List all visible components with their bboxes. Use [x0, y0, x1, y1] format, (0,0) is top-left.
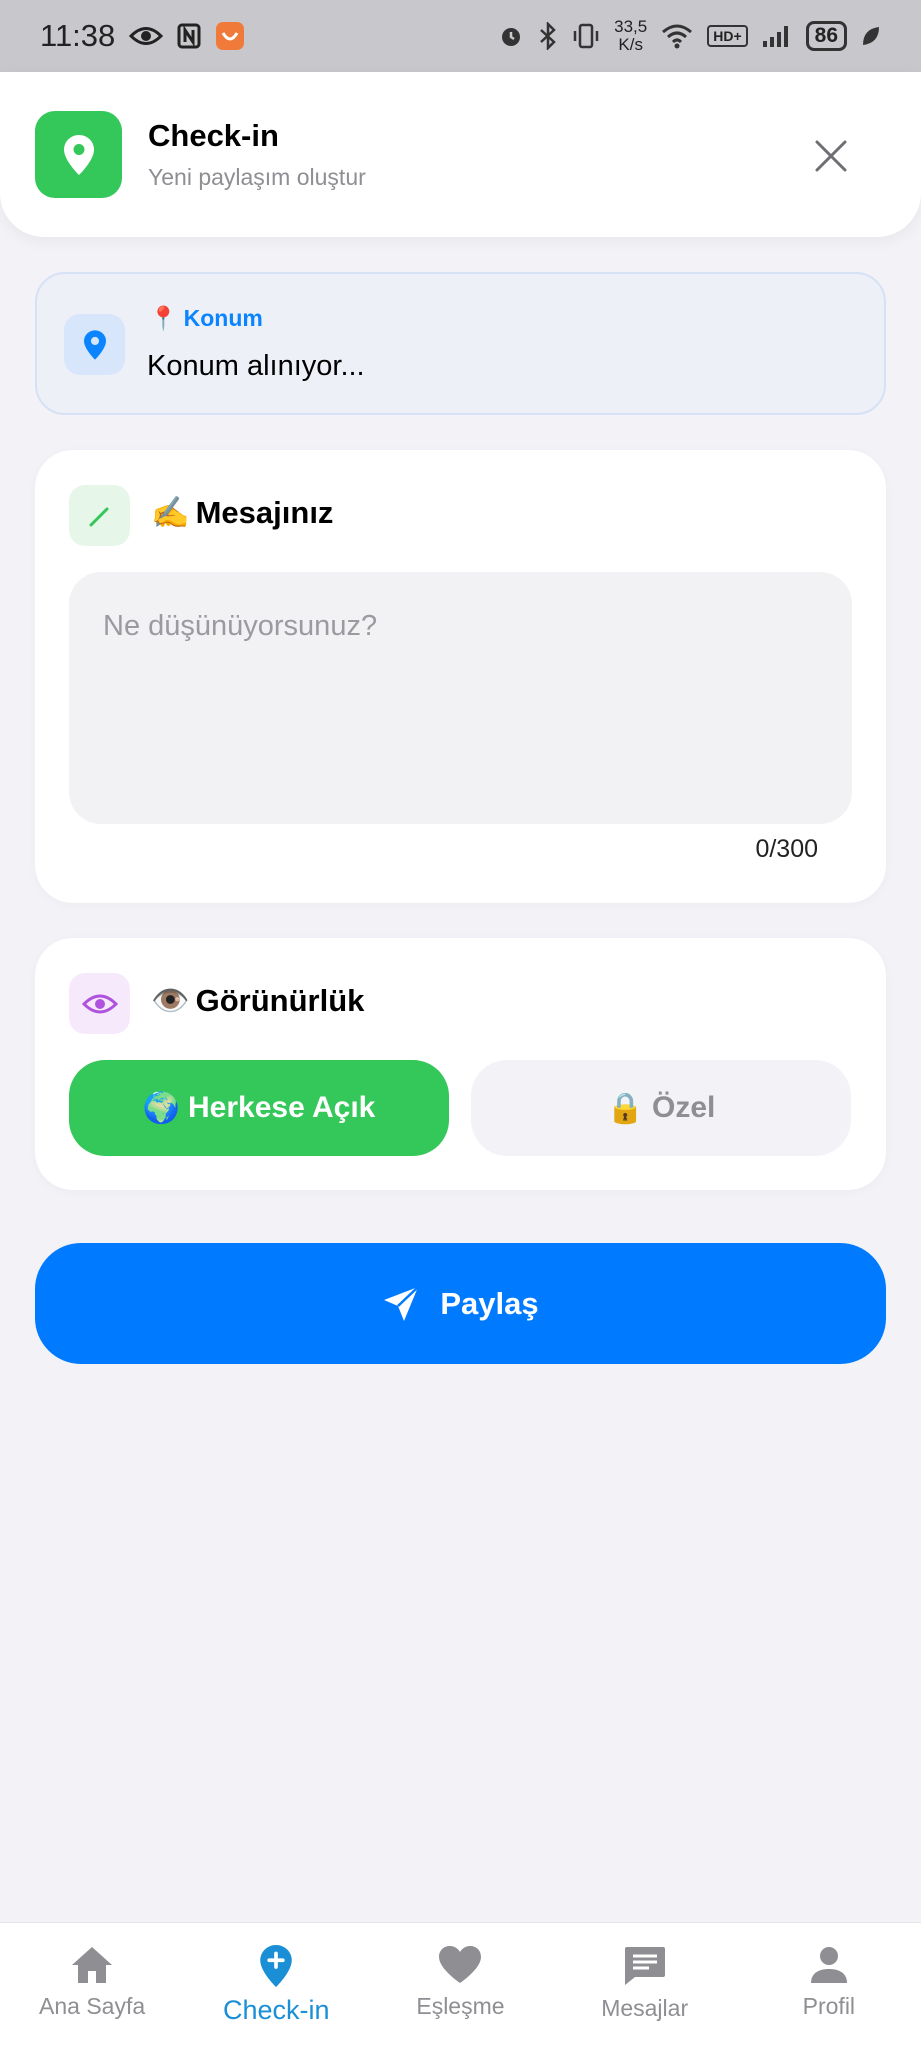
network-speed: 33,5 K/s [614, 18, 647, 54]
lock-emoji-icon: 🔒 [606, 1091, 644, 1125]
wifi-icon [661, 23, 693, 49]
pin-emoji-icon: 📍 [149, 305, 178, 331]
location-plus-icon [260, 1945, 293, 1987]
send-icon [382, 1285, 420, 1323]
message-title: ✍️ Mesajınız [151, 494, 333, 531]
home-icon [70, 1945, 114, 1985]
tab-checkin-label: Check-in [223, 1995, 330, 2025]
writing-hand-emoji-icon: ✍️ [151, 495, 190, 530]
location-label-text: Konum [183, 305, 263, 331]
alarm-icon [498, 23, 524, 49]
status-bar: 11:38 33,5 K/s HD+ 86 [0, 0, 921, 72]
private-visibility-label: Özel [652, 1091, 716, 1124]
eye-status-icon [129, 25, 164, 47]
message-input[interactable] [69, 572, 852, 824]
pencil-icon [87, 503, 113, 529]
tab-checkin[interactable]: Check-in [184, 1923, 368, 2048]
close-icon [814, 139, 848, 173]
page-title: Check-in [148, 118, 279, 153]
tab-match-label: Eşleşme [416, 1993, 505, 2019]
message-title-text: Mesajınız [195, 494, 334, 530]
status-time: 11:38 [40, 18, 116, 53]
public-visibility-label: Herkese Açık [188, 1091, 376, 1124]
visibility-icon-badge [69, 973, 130, 1034]
tab-profile-label: Profil [802, 1993, 856, 2019]
public-visibility-button[interactable]: 🌍 Herkese Açık [69, 1060, 449, 1156]
location-pin-icon [83, 329, 106, 360]
chat-icon [623, 1945, 667, 1987]
leaf-icon [861, 25, 881, 47]
app-notification-icon [215, 21, 245, 51]
person-icon [809, 1945, 849, 1985]
location-value: Konum alınıyor... [147, 350, 365, 382]
speed-unit: K/s [618, 35, 643, 54]
share-button-label: Paylaş [440, 1285, 539, 1321]
bluetooth-icon [538, 22, 558, 50]
visibility-card: 👁️ Görünürlük 🌍 Herkese Açık 🔒 Özel [35, 938, 886, 1190]
tab-messages-label: Mesajlar [601, 1995, 689, 2021]
share-button[interactable]: Paylaş [35, 1243, 886, 1364]
location-icon-badge [64, 314, 125, 375]
eye-icon [81, 992, 118, 1016]
speed-value: 33,5 [614, 17, 648, 36]
location-card: 📍 Konum Konum alınıyor... [35, 272, 886, 415]
location-label: 📍 Konum [149, 305, 263, 332]
location-pin-icon [63, 134, 94, 175]
page-subtitle: Yeni paylaşım oluştur [148, 164, 366, 190]
bottom-tab-bar: Ana Sayfa Check-in Eşleşme Mesajlar Prof… [0, 1922, 921, 2048]
tab-home[interactable]: Ana Sayfa [0, 1923, 184, 2048]
visibility-title: 👁️ Görünürlük [151, 982, 364, 1019]
eye-emoji-icon: 👁️ [151, 983, 190, 1018]
character-counter: 0/300 [755, 835, 818, 863]
header-location-badge [35, 111, 122, 198]
hd-badge: HD+ [707, 25, 748, 47]
private-visibility-button[interactable]: 🔒 Özel [471, 1060, 851, 1156]
tab-match[interactable]: Eşleşme [368, 1923, 552, 2048]
close-button[interactable] [808, 133, 854, 179]
nfc-icon [177, 23, 201, 49]
battery-indicator: 86 [805, 21, 847, 51]
tab-messages[interactable]: Mesajlar [553, 1923, 737, 2048]
message-icon-badge [69, 485, 130, 546]
heart-icon [437, 1945, 483, 1985]
signal-icon [762, 24, 792, 48]
globe-emoji-icon: 🌍 [142, 1091, 180, 1125]
message-card: ✍️ Mesajınız 0/300 [35, 450, 886, 903]
header: Check-in Yeni paylaşım oluştur [0, 72, 921, 237]
visibility-title-text: Görünürlük [195, 982, 365, 1018]
tab-home-label: Ana Sayfa [39, 1993, 146, 2019]
tab-profile[interactable]: Profil [737, 1923, 921, 2048]
vibrate-icon [572, 22, 600, 50]
